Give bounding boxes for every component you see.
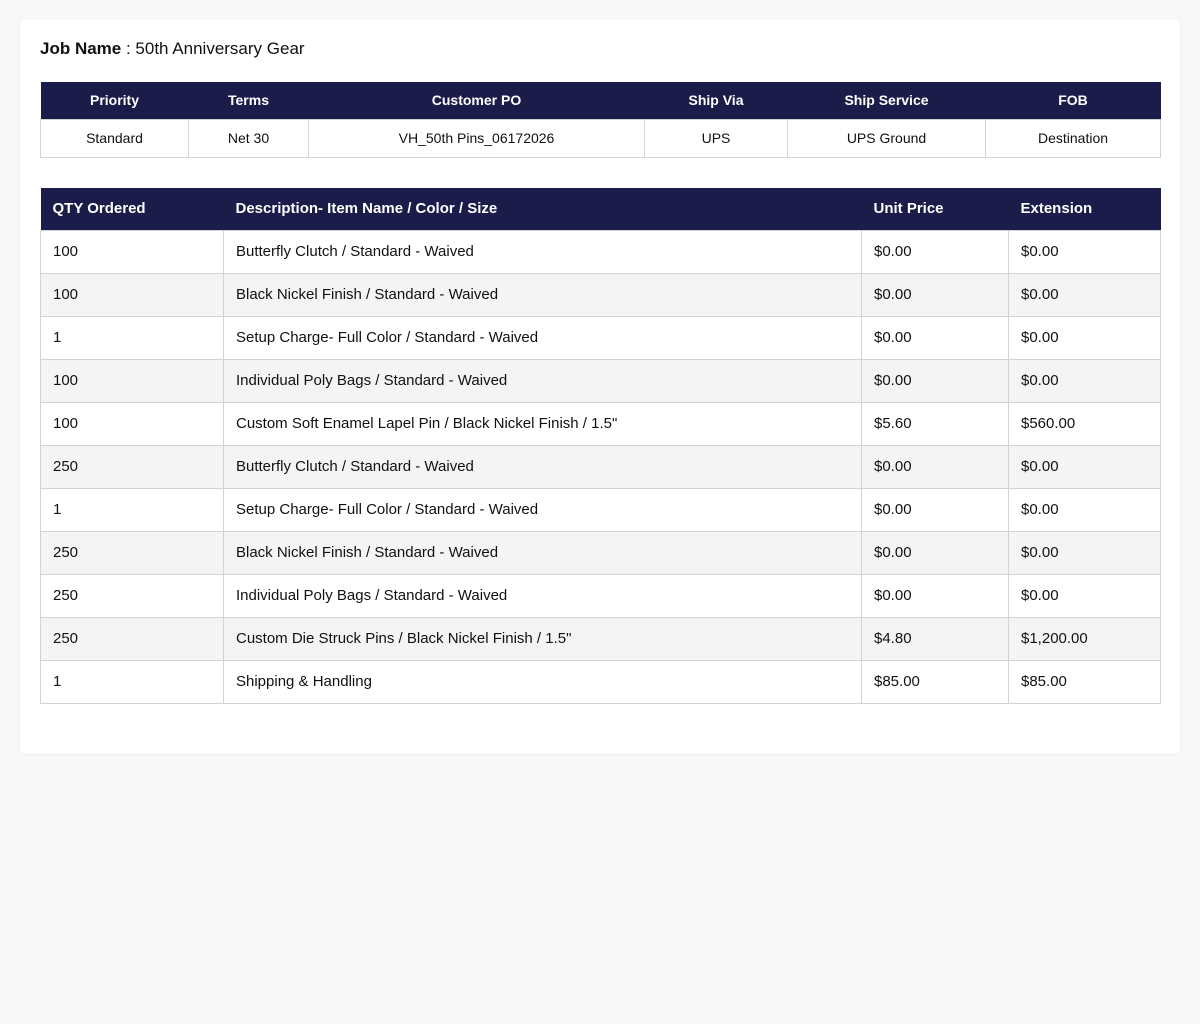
description-cell: Custom Soft Enamel Lapel Pin / Black Nic… xyxy=(223,401,862,446)
unit-price-cell: $0.00 xyxy=(861,272,1009,317)
description-cell: Black Nickel Finish / Standard - Waived xyxy=(223,272,862,317)
extension-cell: $560.00 xyxy=(1008,401,1161,446)
job-name-label: Job Name xyxy=(40,39,122,58)
table-row: 250 Custom Die Struck Pins / Black Nicke… xyxy=(40,616,1161,661)
qty-cell: 1 xyxy=(40,487,224,532)
table-row: 1 Shipping & Handling $85.00 $85.00 xyxy=(40,659,1161,704)
table-row: 100 Black Nickel Finish / Standard - Wai… xyxy=(40,272,1161,317)
unit-price-cell: $85.00 xyxy=(861,659,1009,704)
job-name-value: 50th Anniversary Gear xyxy=(135,39,305,58)
table-row: 100 Custom Soft Enamel Lapel Pin / Black… xyxy=(40,401,1161,446)
extension-cell: $0.00 xyxy=(1008,530,1161,575)
qty-cell: 100 xyxy=(40,272,224,317)
description-cell: Individual Poly Bags / Standard - Waived xyxy=(223,358,862,403)
order-info-table: Priority Terms Customer PO Ship Via Ship… xyxy=(40,82,1161,158)
qty-cell: 1 xyxy=(40,315,224,360)
job-name-separator: : xyxy=(121,39,136,58)
ship-service-header: Ship Service xyxy=(787,82,986,119)
line-items-table: QTY Ordered Description- Item Name / Col… xyxy=(40,188,1161,704)
extension-cell: $0.00 xyxy=(1008,573,1161,618)
unit-price-cell: $0.00 xyxy=(861,487,1009,532)
job-name: Job Name : 50th Anniversary Gear xyxy=(40,38,305,60)
qty-cell: 1 xyxy=(40,659,224,704)
fob-header: FOB xyxy=(985,82,1161,119)
description-cell: Setup Charge- Full Color / Standard - Wa… xyxy=(223,315,862,360)
priority-header: Priority xyxy=(40,82,189,119)
ship-via-value: UPS xyxy=(644,118,788,158)
description-cell: Shipping & Handling xyxy=(223,659,862,704)
table-row: 1 Setup Charge- Full Color / Standard - … xyxy=(40,487,1161,532)
line-items-header-row: QTY Ordered Description- Item Name / Col… xyxy=(40,188,1161,230)
table-row: 250 Black Nickel Finish / Standard - Wai… xyxy=(40,530,1161,575)
qty-cell: 100 xyxy=(40,229,224,274)
unit-price-cell: $0.00 xyxy=(861,358,1009,403)
ship-via-header: Ship Via xyxy=(644,82,788,119)
qty-cell: 250 xyxy=(40,573,224,618)
ship-service-value: UPS Ground xyxy=(787,118,986,158)
terms-header: Terms xyxy=(188,82,309,119)
customer-po-value: VH_50th Pins_06172026 xyxy=(308,118,645,158)
table-row: 100 Butterfly Clutch / Standard - Waived… xyxy=(40,229,1161,274)
unit-price-header: Unit Price xyxy=(861,188,1009,230)
extension-cell: $0.00 xyxy=(1008,487,1161,532)
priority-value: Standard xyxy=(40,118,189,158)
table-row: 250 Butterfly Clutch / Standard - Waived… xyxy=(40,444,1161,489)
terms-value: Net 30 xyxy=(188,118,309,158)
description-cell: Custom Die Struck Pins / Black Nickel Fi… xyxy=(223,616,862,661)
description-cell: Black Nickel Finish / Standard - Waived xyxy=(223,530,862,575)
qty-cell: 250 xyxy=(40,444,224,489)
unit-price-cell: $0.00 xyxy=(861,530,1009,575)
extension-cell: $0.00 xyxy=(1008,444,1161,489)
extension-cell: $0.00 xyxy=(1008,272,1161,317)
unit-price-cell: $4.80 xyxy=(861,616,1009,661)
fob-value: Destination xyxy=(985,118,1161,158)
qty-cell: 250 xyxy=(40,530,224,575)
extension-header: Extension xyxy=(1008,188,1161,230)
description-cell: Butterfly Clutch / Standard - Waived xyxy=(223,444,862,489)
extension-cell: $0.00 xyxy=(1008,358,1161,403)
description-cell: Individual Poly Bags / Standard - Waived xyxy=(223,573,862,618)
description-cell: Setup Charge- Full Color / Standard - Wa… xyxy=(223,487,862,532)
order-card: Job Name : 50th Anniversary Gear Priorit… xyxy=(20,20,1180,754)
extension-cell: $1,200.00 xyxy=(1008,616,1161,661)
order-info-value-row: Standard Net 30 VH_50th Pins_06172026 UP… xyxy=(40,118,1161,158)
unit-price-cell: $0.00 xyxy=(861,444,1009,489)
qty-header: QTY Ordered xyxy=(40,188,224,230)
unit-price-cell: $0.00 xyxy=(861,573,1009,618)
extension-cell: $0.00 xyxy=(1008,229,1161,274)
customer-po-header: Customer PO xyxy=(308,82,645,119)
qty-cell: 250 xyxy=(40,616,224,661)
qty-cell: 100 xyxy=(40,358,224,403)
unit-price-cell: $0.00 xyxy=(861,315,1009,360)
qty-cell: 100 xyxy=(40,401,224,446)
unit-price-cell: $0.00 xyxy=(861,229,1009,274)
description-header: Description- Item Name / Color / Size xyxy=(223,188,862,230)
extension-cell: $0.00 xyxy=(1008,315,1161,360)
extension-cell: $85.00 xyxy=(1008,659,1161,704)
unit-price-cell: $5.60 xyxy=(861,401,1009,446)
table-row: 100 Individual Poly Bags / Standard - Wa… xyxy=(40,358,1161,403)
table-row: 1 Setup Charge- Full Color / Standard - … xyxy=(40,315,1161,360)
description-cell: Butterfly Clutch / Standard - Waived xyxy=(223,229,862,274)
order-info-header-row: Priority Terms Customer PO Ship Via Ship… xyxy=(40,82,1161,119)
table-row: 250 Individual Poly Bags / Standard - Wa… xyxy=(40,573,1161,618)
